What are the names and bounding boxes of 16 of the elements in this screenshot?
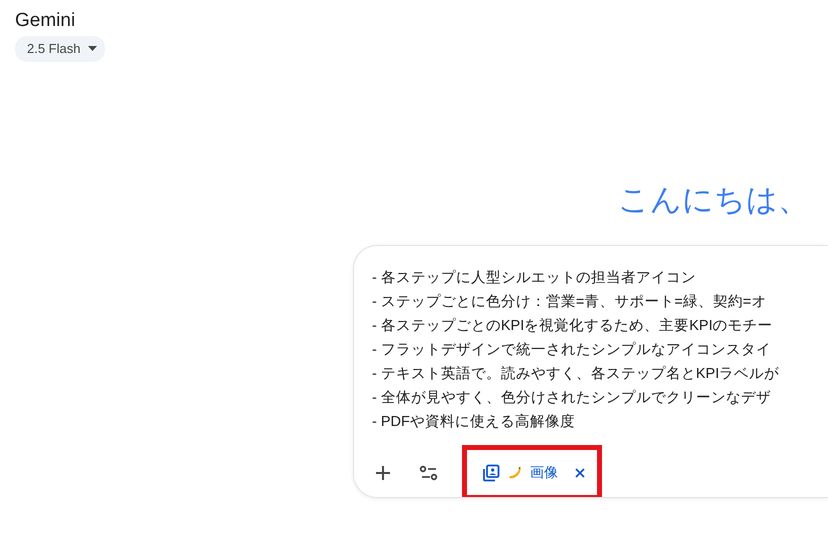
close-icon bbox=[574, 466, 586, 478]
model-selector[interactable]: 2.5 Flash bbox=[15, 36, 106, 62]
prompt-box[interactable]: - 各ステップに人型シルエットの担当者アイコン - ステップごとに色分け：営業=青、サポート=緑、契約=オ - 各ステップごとのKPIを視覚化するため、主要KPIのモチー - フラットデザインで統一されたシンプルなアイコンスタイ - テキスト英語で。読みやすく、各ステップ名とKPIラベルが - 全体が見やすく、色分けされたシンプルでクリーンなデザ - PDFや資料に使える高解像度 画像 bbox=[353, 244, 828, 498]
greeting-text: こんにちは、 bbox=[617, 180, 810, 218]
prompt-line: - 各ステップに人型シルエットの担当者アイコン bbox=[372, 268, 697, 288]
caret-icon bbox=[88, 46, 98, 52]
app-title: Gemini bbox=[15, 9, 76, 33]
prompt-line: - PDFや資料に使える高解像度 bbox=[372, 412, 576, 432]
prompt-line: - ステップごとに色分け：営業=青、サポート=緑、契約=オ bbox=[372, 292, 768, 312]
image-stack-icon bbox=[482, 464, 500, 482]
prompt-line: - 各ステップごとのKPIを視覚化するため、主要KPIのモチー bbox=[372, 316, 774, 336]
prompt-line: - 全体が見やすく、色分けされたシンプルでクリーンなデザ bbox=[372, 388, 772, 408]
prompt-line: - テキスト英語で。読みやすく、各ステップ名とKPIラベルが bbox=[372, 364, 780, 384]
banana-icon bbox=[508, 466, 522, 480]
prompt-line: - フラットデザインで統一されたシンプルなアイコンスタイ bbox=[372, 340, 772, 360]
image-tool-chip[interactable]: 画像 bbox=[476, 458, 564, 487]
